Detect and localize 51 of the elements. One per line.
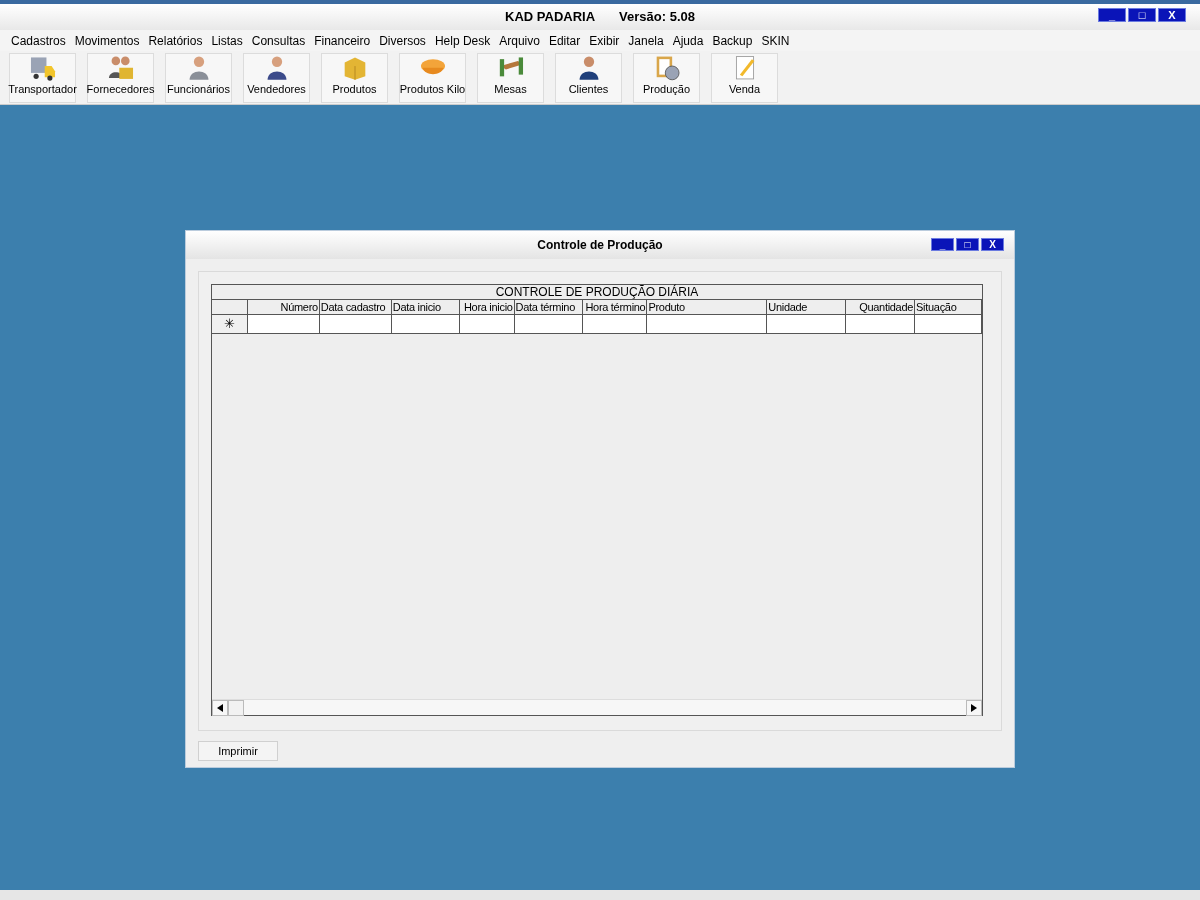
menu-item[interactable]: Janela bbox=[628, 31, 664, 50]
toolbar-button[interactable]: Vendedores bbox=[243, 52, 310, 103]
menu-item[interactable]: Backup bbox=[712, 31, 753, 50]
menu-item[interactable]: Listas bbox=[211, 31, 243, 50]
menu-item[interactable]: Consultas bbox=[251, 31, 306, 50]
scroll-left-icon[interactable] bbox=[212, 700, 228, 716]
print-button[interactable]: Imprimir bbox=[198, 741, 278, 761]
menu-item[interactable]: Financeiro bbox=[314, 31, 371, 50]
menu-item[interactable]: Diversos bbox=[379, 31, 426, 50]
scroll-thumb[interactable] bbox=[228, 700, 244, 716]
menu-item[interactable]: Arquivo bbox=[499, 31, 540, 50]
column-header[interactable]: Data inicio bbox=[391, 300, 460, 314]
column-header[interactable]: Produto bbox=[647, 300, 768, 314]
maximize-button[interactable]: □ bbox=[1128, 8, 1156, 22]
horizontal-scrollbar[interactable] bbox=[212, 699, 982, 715]
column-header[interactable]: Unidade bbox=[767, 300, 847, 314]
toolbar-button[interactable]: Clientes bbox=[555, 52, 622, 103]
column-header[interactable]: Quantidade bbox=[846, 300, 916, 314]
column-header[interactable]: Data término bbox=[514, 300, 583, 314]
scroll-right-icon[interactable] bbox=[966, 700, 982, 716]
close-button[interactable]: X bbox=[981, 238, 1004, 251]
toolbar-button[interactable]: Produção bbox=[633, 52, 700, 103]
column-header[interactable]: Hora inicio bbox=[459, 300, 515, 314]
minimize-button[interactable]: _ bbox=[1098, 8, 1126, 22]
minimize-button[interactable]: _ bbox=[931, 238, 954, 251]
menu-item[interactable]: Help Desk bbox=[434, 31, 491, 50]
column-header[interactable]: Número bbox=[247, 300, 320, 314]
toolbar-button[interactable]: Venda bbox=[711, 52, 778, 103]
column-header[interactable]: Data cadastro bbox=[319, 300, 392, 314]
menu-item[interactable]: Relatórios bbox=[148, 31, 203, 50]
column-header[interactable]: Situação bbox=[915, 300, 982, 314]
close-button[interactable]: X bbox=[1158, 8, 1186, 22]
menu-item[interactable]: Exibir bbox=[589, 31, 620, 50]
menu-item[interactable]: Movimentos bbox=[74, 31, 140, 50]
menu-item[interactable]: SKIN bbox=[761, 31, 790, 50]
grid-caption: CONTROLE DE PRODUÇÃO DIÁRIA bbox=[212, 285, 982, 300]
window-title: KAD PADARIA bbox=[505, 8, 596, 27]
toolbar-button[interactable]: Transportador bbox=[9, 52, 76, 103]
toolbar-button[interactable]: Mesas bbox=[477, 52, 544, 103]
menu-item[interactable]: Ajuda bbox=[672, 31, 704, 50]
maximize-button[interactable]: □ bbox=[956, 238, 979, 251]
menu-item[interactable]: Cadastros bbox=[11, 31, 66, 50]
toolbar-button[interactable]: Produtos bbox=[321, 52, 388, 103]
toolbar-button[interactable]: Produtos Kilo bbox=[399, 52, 466, 103]
column-header[interactable]: Hora término bbox=[582, 300, 648, 314]
child-window-title: Controle de Produção bbox=[537, 237, 663, 254]
version-label: Versão: 5.08 bbox=[619, 8, 695, 27]
toolbar-button[interactable]: Fornecedores bbox=[87, 52, 154, 103]
toolbar-button[interactable]: Funcionários bbox=[165, 52, 232, 103]
new-row-marker: ✳ bbox=[212, 315, 248, 333]
menu-item[interactable]: Editar bbox=[548, 31, 581, 50]
